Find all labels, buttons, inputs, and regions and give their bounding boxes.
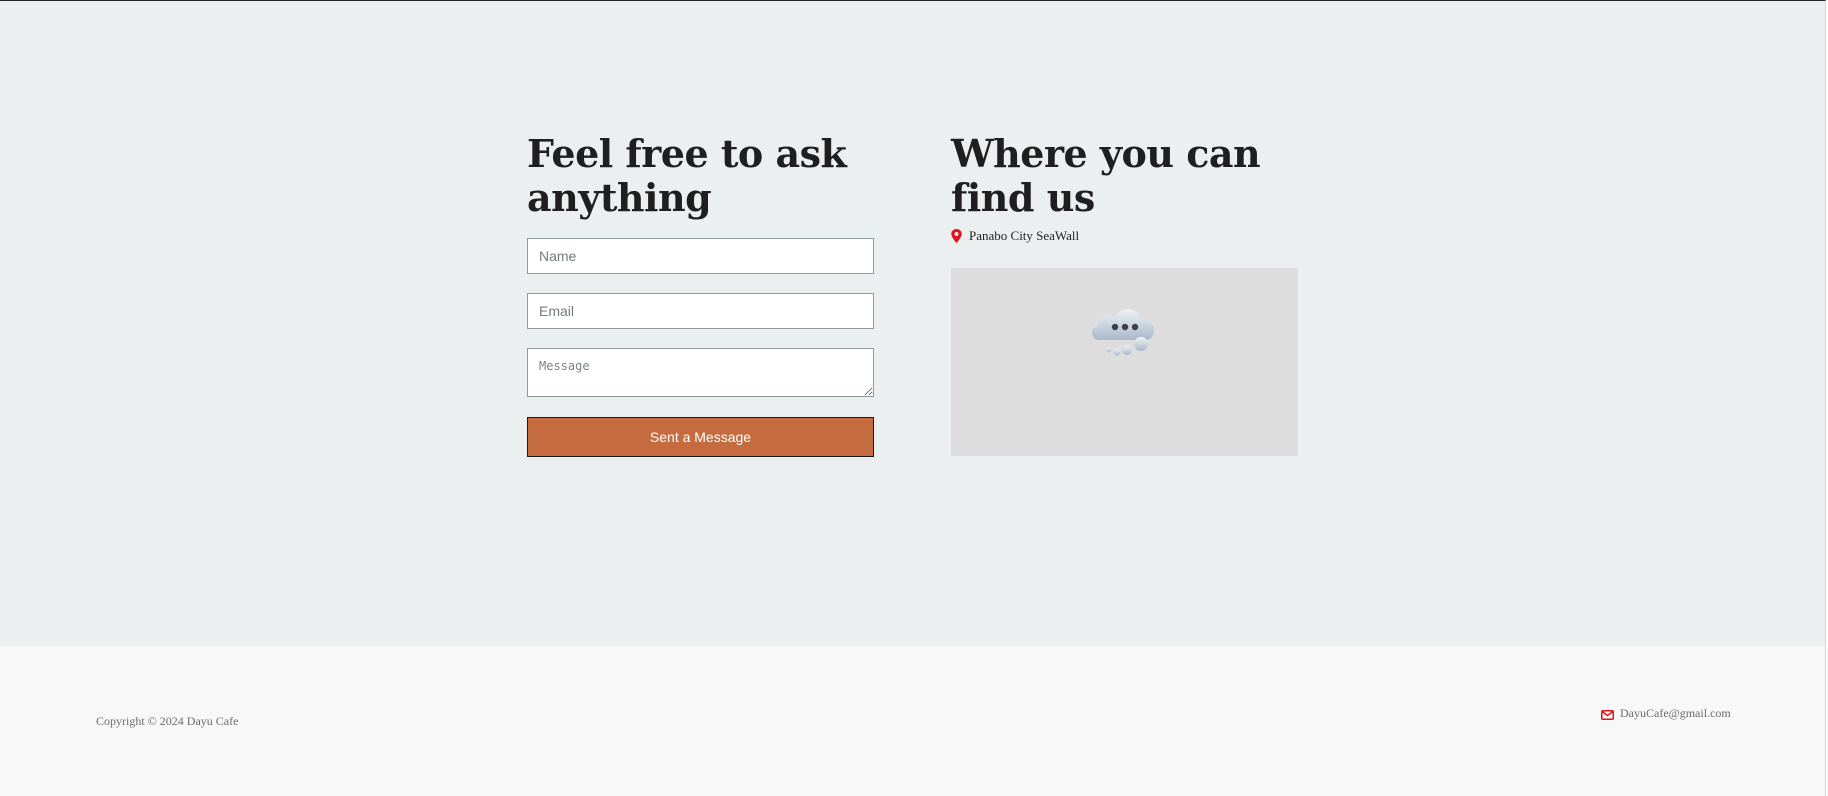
footer-email-text: DayuCafe@gmail.com: [1620, 706, 1731, 720]
send-message-button[interactable]: Sent a Message: [527, 417, 874, 457]
contact-form-column: Feel free to ask anything Sent a Message: [527, 131, 875, 457]
footer: Copyright © 2024 Dayu Cafe DayuCafe@gmai…: [0, 646, 1825, 796]
location-heading: Where you can find us: [951, 131, 1261, 220]
footer-email[interactable]: DayuCafe@gmail.com: [1601, 706, 1731, 721]
map-embed[interactable]: [951, 268, 1298, 456]
map-pin-icon: [951, 229, 962, 243]
cloud-loading-icon: [1085, 298, 1165, 362]
location-column: Where you can find us Panabo City SeaWal…: [951, 131, 1299, 456]
location-address-row: Panabo City SeaWall: [951, 228, 1079, 244]
email-field[interactable]: [527, 293, 874, 329]
contact-section: Feel free to ask anything Sent a Message…: [0, 2, 1825, 645]
name-field[interactable]: [527, 238, 874, 274]
page: Feel free to ask anything Sent a Message…: [0, 0, 1826, 796]
message-field[interactable]: [527, 348, 874, 397]
contact-heading: Feel free to ask anything: [527, 131, 847, 220]
location-address: Panabo City SeaWall: [969, 228, 1080, 243]
copyright-text: Copyright © 2024 Dayu Cafe: [96, 714, 239, 728]
envelope-icon: [1601, 709, 1614, 720]
